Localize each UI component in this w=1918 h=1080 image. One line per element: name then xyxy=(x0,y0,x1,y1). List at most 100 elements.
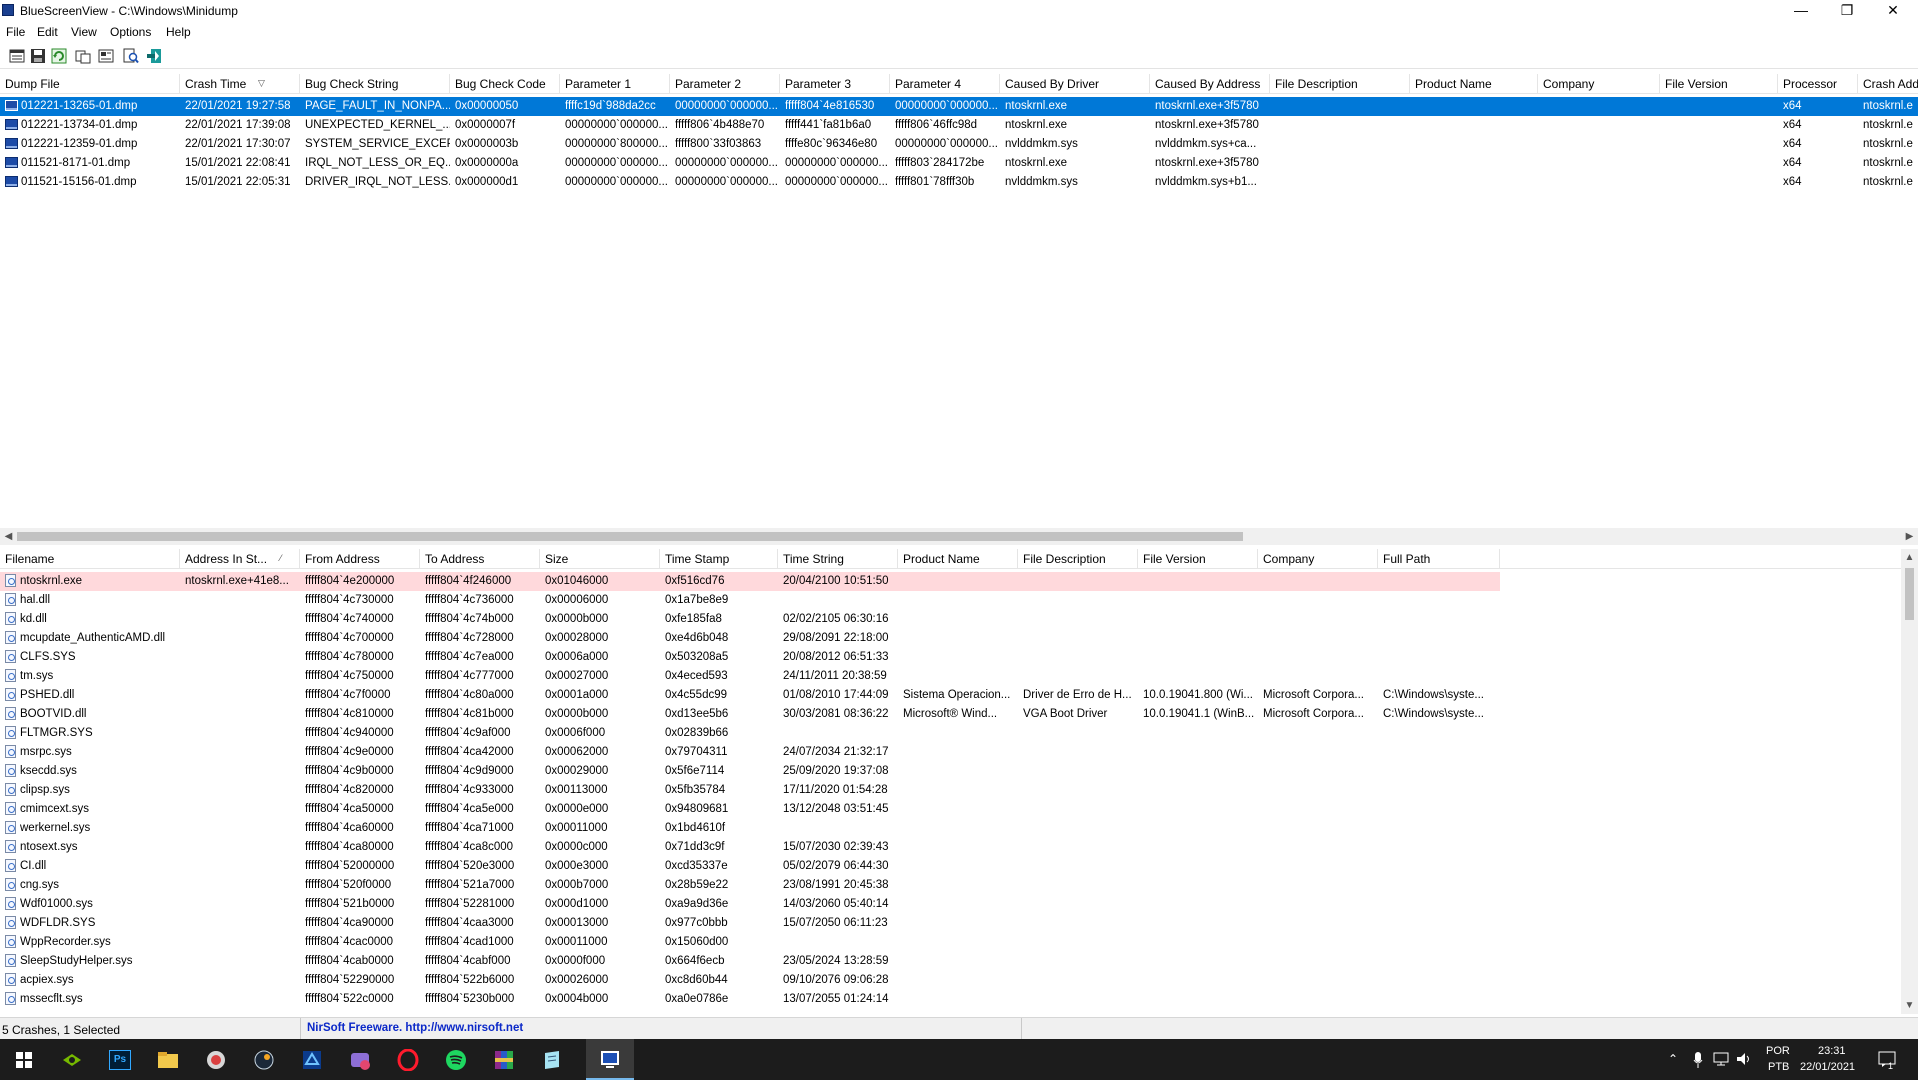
horizontal-scrollbar[interactable]: ◀ ▶ xyxy=(0,528,1918,545)
col-company[interactable]: Company xyxy=(1538,74,1660,94)
bluescreenview-icon[interactable] xyxy=(288,1039,336,1080)
module-row[interactable]: ksecdd.sys fffff804`4c9b0000 fffff804`4c9d… xyxy=(0,762,1900,781)
minimize-button[interactable]: — xyxy=(1778,0,1824,22)
module-row[interactable]: cmimcext.sys fffff804`4ca50000 fffff804`4c… xyxy=(0,800,1900,819)
clock-time[interactable]: 23:31 xyxy=(1818,1045,1846,1057)
crash-row[interactable]: 012221-13265-01.dmp 22/01/2021 19:27:58 PA… xyxy=(0,97,1918,116)
col-from-address[interactable]: From Address xyxy=(300,549,420,569)
col-company-bottom[interactable]: Company xyxy=(1258,549,1378,569)
properties-icon[interactable] xyxy=(8,47,26,65)
scroll-down-icon[interactable]: ▼ xyxy=(1901,997,1918,1014)
col-processor[interactable]: Processor xyxy=(1778,74,1858,94)
crash-row[interactable]: 012221-13734-01.dmp 22/01/2021 17:39:08 UN… xyxy=(0,116,1918,135)
volume-icon[interactable] xyxy=(1736,1052,1752,1069)
html-report-icon[interactable] xyxy=(97,47,115,65)
crash-row[interactable]: 011521-8171-01.dmp 15/01/2021 22:08:41 IRQ… xyxy=(0,154,1918,173)
module-row[interactable]: mssecflt.sys fffff804`522c0000 fffff804`52… xyxy=(0,990,1900,1009)
file-explorer-icon[interactable] xyxy=(144,1039,192,1080)
col-parameter-2[interactable]: Parameter 2 xyxy=(670,74,780,94)
col-time-string[interactable]: Time String xyxy=(778,549,898,569)
module-row[interactable]: clipsp.sys fffff804`4c820000 fffff804`4c93… xyxy=(0,781,1900,800)
module-row[interactable]: SleepStudyHelper.sys fffff804`4cab0000 fff… xyxy=(0,952,1900,971)
save-icon[interactable] xyxy=(29,47,47,65)
media-app-icon[interactable] xyxy=(336,1039,384,1080)
col-full-path[interactable]: Full Path xyxy=(1378,549,1500,569)
module-row[interactable]: Wdf01000.sys fffff804`521b0000 fffff804`52… xyxy=(0,895,1900,914)
maximize-button[interactable]: ❐ xyxy=(1824,0,1870,22)
spotify-icon[interactable] xyxy=(432,1039,480,1080)
col-crash-address[interactable]: Crash Add xyxy=(1858,74,1918,94)
bluescreenview-active-icon[interactable] xyxy=(586,1039,634,1080)
vertical-scroll-thumb[interactable] xyxy=(1905,568,1914,620)
module-row[interactable]: acpiex.sys fffff804`52290000 fffff804`522b… xyxy=(0,971,1900,990)
scroll-up-icon[interactable]: ▲ xyxy=(1901,549,1918,566)
crash-row[interactable]: 012221-12359-01.dmp 22/01/2021 17:30:07 SY… xyxy=(0,135,1918,154)
module-row[interactable]: CLFS.SYS fffff804`4c780000 fffff804`4c7ea0… xyxy=(0,648,1900,667)
col-parameter-4[interactable]: Parameter 4 xyxy=(890,74,1000,94)
col-parameter-1[interactable]: Parameter 1 xyxy=(560,74,670,94)
nirsoft-link[interactable]: NirSoft Freeware. http://www.nirsoft.net xyxy=(300,1018,1022,1039)
col-caused-by-driver[interactable]: Caused By Driver xyxy=(1000,74,1150,94)
close-button[interactable]: ✕ xyxy=(1870,0,1916,22)
notepad-icon[interactable] xyxy=(528,1039,576,1080)
col-time-stamp[interactable]: Time Stamp xyxy=(660,549,778,569)
module-row[interactable]: BOOTVID.dll fffff804`4c810000 fffff804`4c8… xyxy=(0,705,1900,724)
module-row[interactable]: ntoskrnl.exe ntoskrnl.exe+41e8... fffff804… xyxy=(0,572,1500,591)
module-row[interactable]: tm.sys fffff804`4c750000 fffff804`4c777000… xyxy=(0,667,1900,686)
col-product-name-bottom[interactable]: Product Name xyxy=(898,549,1018,569)
app-icon[interactable] xyxy=(192,1039,240,1080)
refresh-icon[interactable] xyxy=(50,47,68,65)
steam-icon[interactable] xyxy=(240,1039,288,1080)
module-row[interactable]: mcupdate_AuthenticAMD.dll fffff804`4c7000… xyxy=(0,629,1900,648)
module-row[interactable]: kd.dll fffff804`4c740000 fffff804`4c74b000… xyxy=(0,610,1900,629)
col-dump-file[interactable]: Dump File xyxy=(0,74,180,94)
find-icon[interactable] xyxy=(122,47,140,65)
col-to-address[interactable]: To Address xyxy=(420,549,540,569)
module-row[interactable]: FLTMGR.SYS fffff804`4c940000 fffff804`4c9a… xyxy=(0,724,1900,743)
col-address-in-stack[interactable]: Address In St... ⁄ xyxy=(180,549,300,569)
module-row[interactable]: werkernel.sys fffff804`4ca60000 fffff804`4… xyxy=(0,819,1900,838)
col-crash-time[interactable]: Crash Time ▽ xyxy=(180,74,300,94)
module-row[interactable]: WDFLDR.SYS fffff804`4ca90000 fffff804`4caa… xyxy=(0,914,1900,933)
module-row[interactable]: PSHED.dll fffff804`4c7f0000 fffff804`4c80a… xyxy=(0,686,1900,705)
col-file-version[interactable]: File Version xyxy=(1660,74,1778,94)
microphone-icon[interactable] xyxy=(1693,1052,1703,1071)
module-row[interactable]: hal.dll fffff804`4c730000 fffff804`4c73600… xyxy=(0,591,1900,610)
winrar-icon[interactable] xyxy=(480,1039,528,1080)
col-bug-check-string[interactable]: Bug Check String xyxy=(300,74,450,94)
module-row[interactable]: ntosext.sys fffff804`4ca80000 fffff804`4ca… xyxy=(0,838,1900,857)
scroll-left-icon[interactable]: ◀ xyxy=(0,528,17,545)
col-filename[interactable]: Filename xyxy=(0,549,180,569)
clock-date[interactable]: 22/01/2021 xyxy=(1800,1061,1855,1073)
crash-row[interactable]: 011521-15156-01.dmp 15/01/2021 22:05:31 DR… xyxy=(0,173,1918,192)
col-product-name[interactable]: Product Name xyxy=(1410,74,1538,94)
opera-icon[interactable] xyxy=(384,1039,432,1080)
horizontal-scroll-thumb[interactable] xyxy=(17,532,1243,541)
col-file-description[interactable]: File Description xyxy=(1270,74,1410,94)
menu-help[interactable]: Help xyxy=(166,25,191,39)
photoshop-icon[interactable]: Ps xyxy=(96,1039,144,1080)
windows-start-icon[interactable] xyxy=(0,1039,48,1080)
module-row[interactable]: cng.sys fffff804`520f0000 fffff804`521a700… xyxy=(0,876,1900,895)
nvidia-icon[interactable] xyxy=(48,1039,96,1080)
col-size[interactable]: Size xyxy=(540,549,660,569)
module-row[interactable]: CI.dll fffff804`52000000 fffff804`520e3000… xyxy=(0,857,1900,876)
exit-icon[interactable] xyxy=(145,47,163,65)
col-caused-by-address[interactable]: Caused By Address xyxy=(1150,74,1270,94)
col-file-description-bottom[interactable]: File Description xyxy=(1018,549,1138,569)
col-bug-check-code[interactable]: Bug Check Code xyxy=(450,74,560,94)
vertical-scrollbar[interactable]: ▲ ▼ xyxy=(1901,549,1918,1014)
col-parameter-3[interactable]: Parameter 3 xyxy=(780,74,890,94)
show-hidden-icons-icon[interactable]: ⌃ xyxy=(1668,1052,1678,1066)
scroll-right-icon[interactable]: ▶ xyxy=(1901,528,1918,545)
menu-edit[interactable]: Edit xyxy=(37,25,58,39)
language-top[interactable]: POR xyxy=(1766,1045,1790,1057)
col-file-version-bottom[interactable]: File Version xyxy=(1138,549,1258,569)
menu-view[interactable]: View xyxy=(71,25,97,39)
copy-icon[interactable] xyxy=(74,47,92,65)
language-bottom[interactable]: PTB xyxy=(1768,1061,1789,1073)
module-row[interactable]: msrpc.sys fffff804`4c9e0000 fffff804`4ca42… xyxy=(0,743,1900,762)
network-icon[interactable] xyxy=(1713,1052,1729,1069)
menu-options[interactable]: Options xyxy=(110,25,151,39)
menu-file[interactable]: File xyxy=(6,25,25,39)
